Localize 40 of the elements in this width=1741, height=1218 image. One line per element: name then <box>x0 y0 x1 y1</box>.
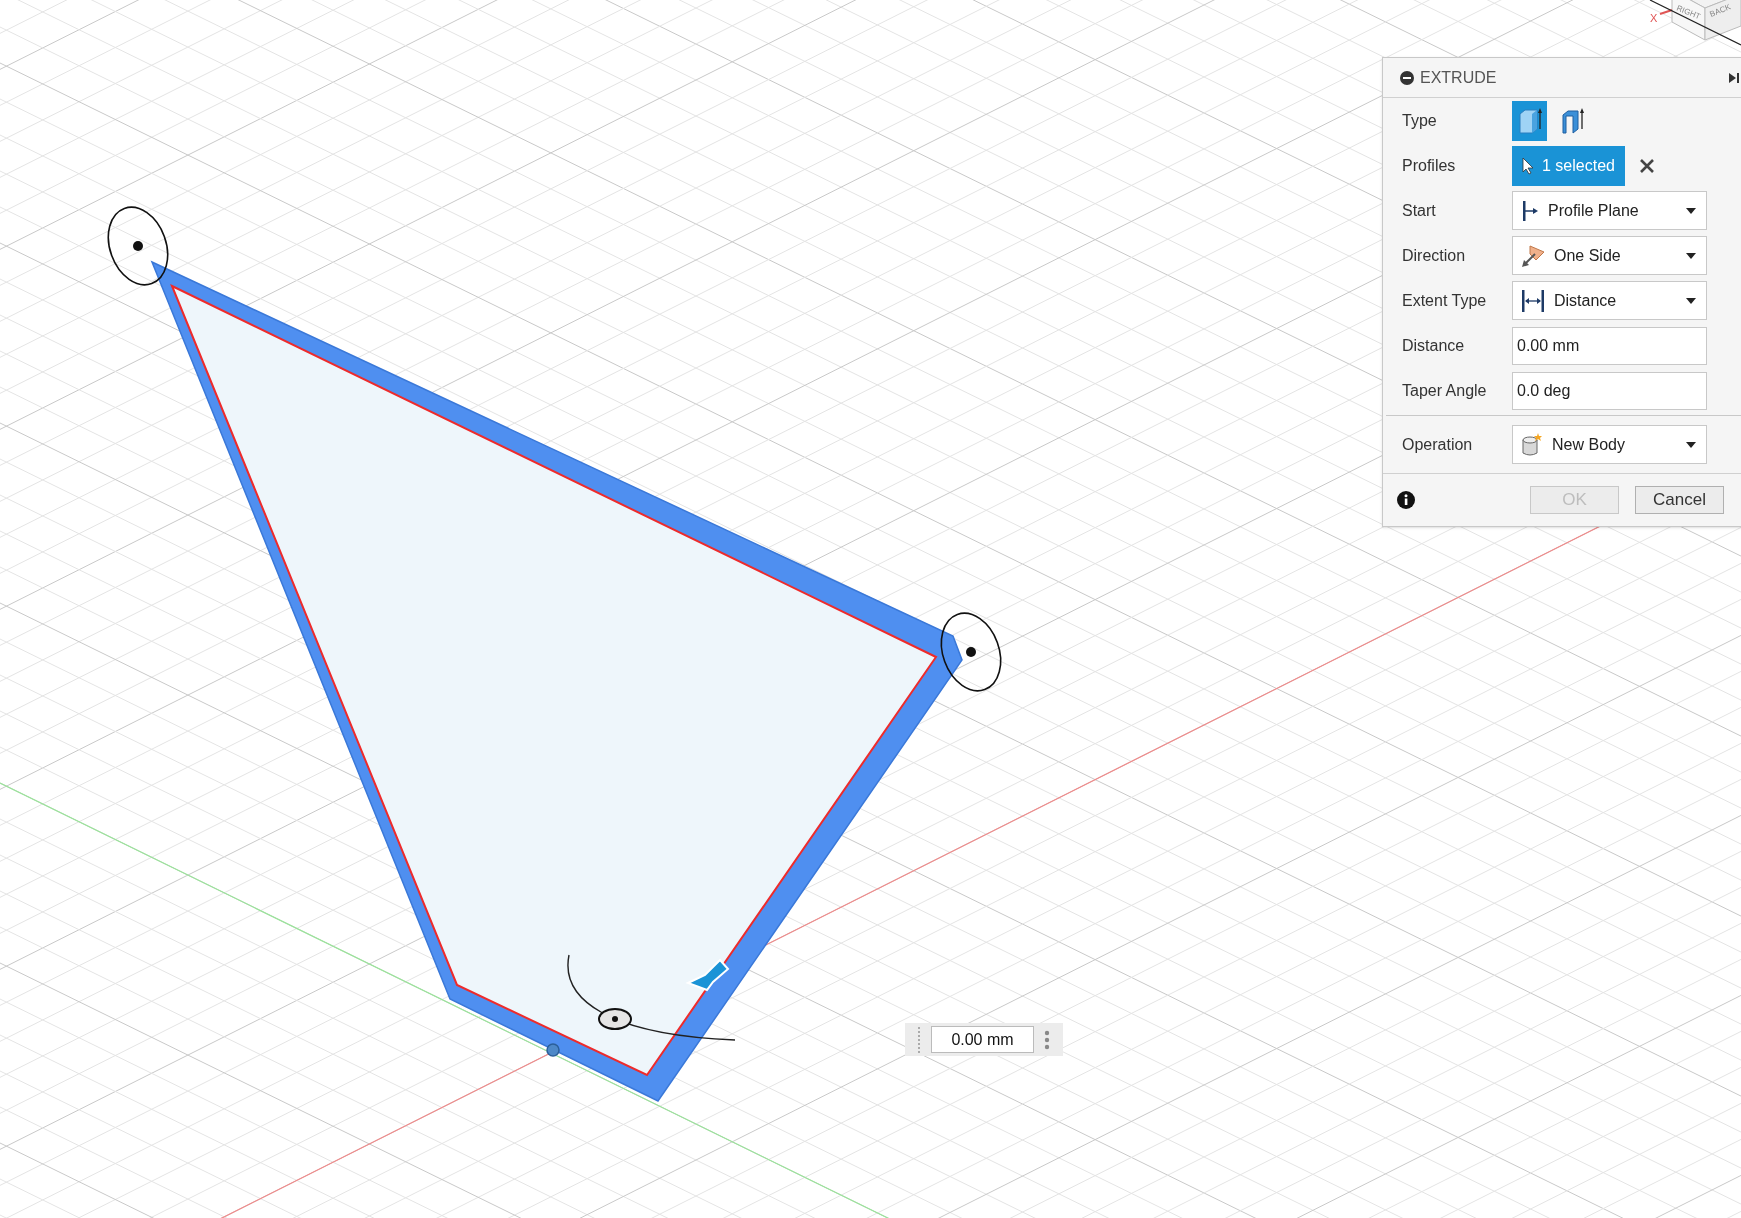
caret-icon <box>1686 207 1696 214</box>
new-body-icon <box>1521 432 1543 457</box>
taper-arc-handle[interactable] <box>567 954 736 1041</box>
dimension-input-field[interactable]: 0.00 mm <box>931 1026 1034 1053</box>
info-icon[interactable] <box>1397 491 1415 509</box>
caret-icon <box>1686 297 1696 304</box>
drag-handle-icon[interactable] <box>917 1026 921 1053</box>
arrow-handle[interactable] <box>685 958 730 992</box>
cube-face-label: BACK <box>1708 2 1732 19</box>
view-cube[interactable] <box>1659 0 1741 41</box>
start-plane-icon <box>1521 199 1539 222</box>
dropdown[interactable]: Distance <box>1512 281 1707 320</box>
field-label: Profiles <box>1402 155 1457 176</box>
more-icon[interactable] <box>1044 1029 1050 1050</box>
field-label: Taper Angle <box>1402 380 1488 401</box>
input-field[interactable]: 0.0 deg <box>1512 371 1707 410</box>
input-field[interactable]: 0.00 mm <box>1512 326 1707 365</box>
collapse-icon[interactable] <box>1400 70 1414 85</box>
axis-label: X <box>1650 12 1658 24</box>
direction-icon <box>1521 243 1545 268</box>
pointer-icon <box>1522 156 1534 175</box>
caret-icon <box>1686 441 1696 448</box>
dropdown[interactable]: Profile Plane <box>1512 191 1707 230</box>
field-label: Operation <box>1402 434 1474 455</box>
panel-title: EXTRUDE <box>1420 67 1497 88</box>
point-handle[interactable] <box>546 1043 560 1057</box>
distance-icon <box>1521 288 1545 313</box>
expand-icon[interactable] <box>1729 71 1739 84</box>
field-label: Distance <box>1402 335 1466 356</box>
field-label: Direction <box>1402 245 1467 266</box>
vertex-handle[interactable] <box>940 612 1002 692</box>
dropdown[interactable]: One Side <box>1512 236 1707 275</box>
field-label: Start <box>1402 200 1437 221</box>
dropdown[interactable]: New Body <box>1512 425 1707 464</box>
vertex-handle[interactable] <box>107 206 169 286</box>
solid-type-button[interactable] <box>1512 100 1547 141</box>
caret-icon <box>1686 252 1696 259</box>
cancel-button[interactable]: Cancel <box>1635 486 1724 514</box>
field-label: Extent Type <box>1402 290 1488 311</box>
field-label: Type <box>1402 110 1438 131</box>
